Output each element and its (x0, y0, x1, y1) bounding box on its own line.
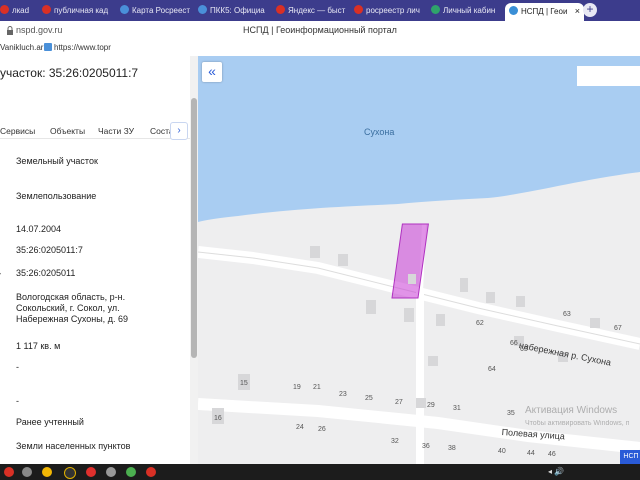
rosreestr-favicon-icon (120, 5, 129, 14)
page-title: НСПД | Геоинформационный портал (243, 25, 397, 35)
field-empty-2: - (16, 396, 19, 406)
house-number: 38 (448, 445, 456, 452)
yandex-browser-taskbar-icon[interactable] (146, 467, 156, 477)
field-empty-1: - (16, 362, 19, 372)
house-number: 15 (240, 380, 248, 387)
opera-taskbar-icon[interactable] (86, 467, 96, 477)
house-number: 67 (614, 325, 622, 332)
tab-parts[interactable]: Части ЗУ (98, 126, 134, 136)
house-number: 23 (339, 391, 347, 398)
panel-scroll-thumb[interactable] (191, 98, 197, 358)
panel-tabs: Сервисы Объекты Части ЗУ Состав › (0, 122, 190, 140)
windows-activation-subtitle: Чтобы активировать Windows, перейдите (525, 420, 629, 427)
yandex-favicon-icon (354, 5, 363, 14)
house-number: 46 (548, 451, 556, 458)
lock-icon (7, 26, 13, 35)
tabs-scroll-right-button[interactable]: › (170, 122, 188, 140)
browser-tab-6[interactable]: росреестр лич (354, 2, 424, 19)
browser-tab-7[interactable]: Личный кабин (431, 2, 499, 19)
cabinet-favicon-icon (431, 5, 440, 14)
tab-objects[interactable]: Объекты (50, 126, 85, 136)
field-status: Ранее учтенный (16, 417, 84, 427)
map-search-box[interactable] (577, 66, 640, 86)
new-tab-button[interactable]: + (583, 3, 597, 17)
browser-tab-2[interactable]: публичная кад (42, 2, 112, 19)
field-registration-date: 14.07.2004 (16, 224, 62, 234)
app-taskbar-icon[interactable] (22, 467, 32, 477)
house-number: 29 (427, 402, 435, 409)
tab-composition[interactable]: Состав (150, 126, 170, 136)
close-tab-icon[interactable]: × (575, 3, 580, 20)
expand-marker-icon[interactable]: › (0, 268, 1, 278)
house-number: 63 (563, 311, 571, 318)
house-number: 64 (488, 366, 496, 373)
house-number: 25 (365, 395, 373, 402)
windows-activation-title: Активация Windows (525, 405, 618, 416)
chrome-taskbar-icon[interactable] (126, 467, 136, 477)
house-number: 62 (476, 320, 484, 327)
browser-tab-active[interactable]: НСПД | Геои × (505, 3, 584, 21)
field-object-type: Земельный участок (16, 156, 98, 166)
pkk-favicon-icon (198, 5, 207, 14)
house-number: 16 (214, 415, 222, 422)
yandex-taskbar-icon[interactable] (4, 467, 14, 477)
browser-tab-5[interactable]: Яндекс — быст (276, 2, 346, 19)
app-taskbar-icon[interactable] (64, 467, 76, 479)
browser-tab-3[interactable]: Карта Росреест (120, 2, 190, 19)
bookmarks-bar: Vanikluch.ar https://www.topr (0, 41, 640, 56)
map-canvas[interactable] (198, 56, 640, 464)
parcel-info-panel: участок: 35:26:0205011:7 Сервисы Объекты… (0, 56, 198, 464)
tab-services[interactable]: Сервисы (0, 126, 35, 136)
house-number: 66 (510, 340, 518, 347)
river-label: Сухона (364, 127, 395, 137)
windows-taskbar: ◂ 🔊 (0, 464, 640, 480)
house-number: 36 (422, 443, 430, 450)
house-number: 24 (296, 424, 304, 431)
bookmark-icon (44, 43, 52, 51)
address-bar[interactable]: nspd.gov.ru НСПД | Геоинформационный пор… (0, 21, 640, 42)
house-number: 65 (520, 346, 528, 353)
house-number: 19 (293, 384, 301, 391)
house-number: 27 (395, 399, 403, 406)
house-number: 26 (318, 426, 326, 433)
bookmark-2[interactable]: https://www.topr (44, 43, 111, 52)
field-land-category: Земли населенных пунктов (16, 441, 131, 451)
tab-favicon (0, 5, 9, 14)
house-number: 44 (527, 450, 535, 457)
system-tray[interactable]: ◂ 🔊 (548, 467, 564, 476)
house-number: 32 (391, 438, 399, 445)
house-number: 40 (498, 448, 506, 455)
field-subtype: Землепользование (16, 191, 97, 201)
browser-tab-bar: лкad публичная кад Карта Росреест ПКК5: … (0, 0, 640, 21)
house-number: 31 (453, 405, 461, 412)
collapse-panel-button[interactable]: « (202, 62, 222, 82)
yandex-favicon-icon (276, 5, 285, 14)
field-cadastral-number: 35:26:0205011:7 (16, 245, 83, 255)
map-view[interactable] (198, 56, 640, 464)
field-address: Вологодская область, р-н. Сокольский, г.… (16, 292, 128, 324)
field-cadastral-quarter: 35:26:0205011 (16, 268, 76, 278)
corner-badge[interactable]: НСП (620, 450, 640, 464)
yandex-favicon-icon (42, 5, 51, 14)
browser-tab-4[interactable]: ПКК5: Официа (198, 2, 268, 19)
house-number: 35 (507, 410, 515, 417)
app-taskbar-icon[interactable] (42, 467, 52, 477)
parcel-title: участок: 35:26:0205011:7 (0, 66, 139, 80)
bookmark-1[interactable]: Vanikluch.ar (0, 43, 43, 52)
app-taskbar-icon[interactable] (106, 467, 116, 477)
field-area: 1 117 кв. м (16, 341, 61, 351)
nspd-favicon-icon (509, 6, 518, 15)
url-text[interactable]: nspd.gov.ru (16, 25, 62, 35)
house-number: 21 (313, 384, 321, 391)
